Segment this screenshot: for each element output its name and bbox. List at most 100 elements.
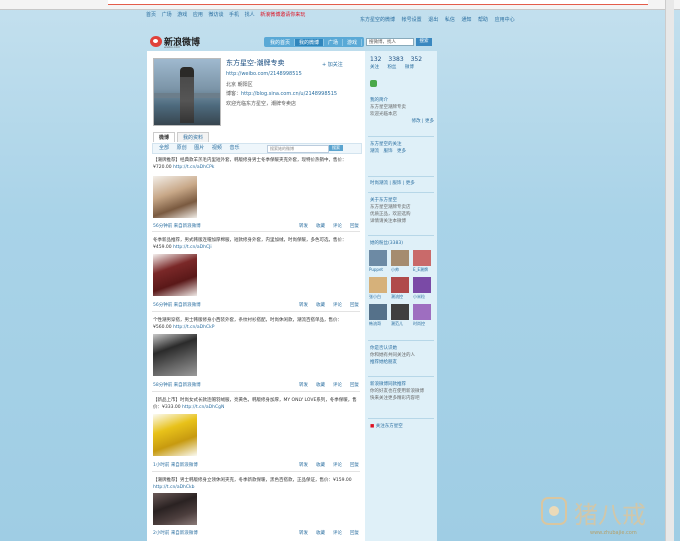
post-time[interactable]: 2小时前 <box>153 531 169 536</box>
fan-avatar[interactable] <box>369 304 387 320</box>
fan-name[interactable]: 韩流哥 <box>369 321 389 327</box>
tag-link[interactable]: 服饰 <box>392 181 401 186</box>
fan-avatar[interactable] <box>391 250 409 266</box>
fan-name[interactable]: 潮流控 <box>391 294 411 300</box>
filter-music[interactable]: 音乐 <box>229 145 239 151</box>
post-image[interactable] <box>153 414 197 456</box>
recommend-link[interactable]: 推荐她给朋友 <box>370 359 434 366</box>
page-scrollbar[interactable] <box>665 0 674 541</box>
post-link[interactable]: http://t.cn/aDhCJi <box>173 245 212 250</box>
post-time[interactable]: 1小时前 <box>153 463 169 468</box>
post-link[interactable]: http://t.cn/aDhCkP <box>173 325 214 330</box>
follow-button[interactable]: + 加关注 <box>322 61 343 68</box>
fan-name[interactable]: 小帅 <box>391 267 411 273</box>
post-favorite[interactable]: 收藏 <box>316 383 325 388</box>
topnav-item[interactable]: 微访谈 <box>208 12 223 18</box>
intro-edit-link[interactable]: 修改 <box>412 119 421 124</box>
tab-games[interactable]: 游戏 <box>343 38 363 46</box>
tag-link[interactable]: 更多 <box>406 181 415 186</box>
post-favorite[interactable]: 收藏 <box>316 463 325 468</box>
search-button[interactable]: 搜索 <box>416 38 432 46</box>
fan-avatar[interactable] <box>369 277 387 293</box>
group-link[interactable]: 服饰 <box>384 149 393 154</box>
fan-name[interactable]: E_E潮牌 <box>413 267 433 273</box>
weibo-logo[interactable]: 新浪微博 weibo.com <box>150 34 210 50</box>
post-forward[interactable]: 转发 <box>299 303 308 308</box>
weibo-url-link[interactable]: http://weibo.com/2148998515 <box>226 71 302 77</box>
post-reply[interactable]: 回复 <box>350 303 359 308</box>
post-comment[interactable]: 评论 <box>333 224 342 229</box>
post-source[interactable]: 来自新浪微博 <box>174 224 201 229</box>
tag-link[interactable]: 时尚潮流 <box>370 181 388 186</box>
post-time[interactable]: 58分钟前 <box>153 383 172 388</box>
post-image[interactable] <box>153 334 197 376</box>
post-image[interactable] <box>153 493 197 525</box>
stat-fans-count[interactable]: 3383 <box>388 56 403 63</box>
fan-name[interactable]: Puppet <box>369 267 389 272</box>
fan-avatar[interactable] <box>391 277 409 293</box>
feed-search-button[interactable]: 搜索 <box>329 145 343 151</box>
search-input[interactable]: 搜微博，找人 <box>366 38 414 46</box>
account-link[interactable]: 退出 <box>428 17 438 23</box>
account-link[interactable]: 帮助 <box>478 17 488 23</box>
post-reply[interactable]: 回复 <box>350 224 359 229</box>
fan-name[interactable]: 小米粒 <box>413 294 433 300</box>
fans-title[interactable]: 她的粉丝(3383) <box>370 240 434 247</box>
post-comment[interactable]: 评论 <box>333 531 342 536</box>
post-source[interactable]: 来自新浪微博 <box>174 383 201 388</box>
fan-name[interactable]: 潮范儿 <box>391 321 411 327</box>
post-source[interactable]: 来自新浪微博 <box>171 463 198 468</box>
post-time[interactable]: 56分钟前 <box>153 224 172 229</box>
post-time[interactable]: 56分钟前 <box>153 303 172 308</box>
topnav-item[interactable]: 找人 <box>245 12 255 18</box>
topnav-item[interactable]: 广场 <box>162 12 172 18</box>
stat-follow-count[interactable]: 132 <box>370 56 381 63</box>
filter-original[interactable]: 原创 <box>177 145 187 151</box>
post-favorite[interactable]: 收藏 <box>316 224 325 229</box>
post-comment[interactable]: 评论 <box>333 463 342 468</box>
tab-my-weibo[interactable]: 我的微博 <box>295 38 325 46</box>
account-link[interactable]: 东方星空的微博 <box>360 17 395 23</box>
group-link[interactable]: 更多 <box>397 149 406 154</box>
blog-url-link[interactable]: http://blog.sina.com.cn/u/2148998515 <box>241 91 337 97</box>
fan-avatar[interactable] <box>413 277 431 293</box>
post-comment[interactable]: 评论 <box>333 383 342 388</box>
fan-avatar[interactable] <box>413 304 431 320</box>
filter-images[interactable]: 图片 <box>194 145 204 151</box>
topnav-item[interactable]: 手机 <box>229 12 239 18</box>
stat-weibo-count[interactable]: 352 <box>411 56 422 63</box>
tab-profile-info[interactable]: 我的资料 <box>177 132 210 142</box>
post-image[interactable] <box>153 254 197 296</box>
feed-search-input[interactable]: 搜索她的微博 <box>267 145 329 153</box>
post-source[interactable]: 来自新浪微博 <box>171 531 198 536</box>
account-link[interactable]: 通知 <box>461 17 471 23</box>
footer-link[interactable]: 关注东方星空 <box>376 424 403 429</box>
account-link[interactable]: 私信 <box>445 17 455 23</box>
tab-weibo[interactable]: 微博 <box>153 132 176 142</box>
post-favorite[interactable]: 收藏 <box>316 531 325 536</box>
post-forward[interactable]: 转发 <box>299 224 308 229</box>
topnav-item[interactable]: 游戏 <box>177 12 187 18</box>
post-link[interactable]: http://t.cn/aDhCgN <box>182 405 224 410</box>
fan-name[interactable]: 时尚控 <box>413 321 433 327</box>
fan-name[interactable]: 张小白 <box>369 294 389 300</box>
post-forward[interactable]: 转发 <box>299 531 308 536</box>
tab-home[interactable]: 我的首页 <box>266 38 296 46</box>
post-forward[interactable]: 转发 <box>299 463 308 468</box>
post-link[interactable]: http://t.cn/aDhCPk <box>173 165 214 170</box>
intro-more-link[interactable]: 更多 <box>425 119 434 124</box>
tab-square[interactable]: 广场 <box>324 38 344 46</box>
filter-all[interactable]: 全部 <box>159 145 169 151</box>
fan-avatar[interactable] <box>413 250 431 266</box>
post-favorite[interactable]: 收藏 <box>316 303 325 308</box>
post-comment[interactable]: 评论 <box>333 303 342 308</box>
post-source[interactable]: 来自新浪微博 <box>174 303 201 308</box>
group-link[interactable]: 潮流 <box>370 149 379 154</box>
post-reply[interactable]: 回复 <box>350 383 359 388</box>
post-image[interactable] <box>153 176 197 218</box>
stat-follow-label[interactable]: 关注 <box>370 65 379 70</box>
filter-video[interactable]: 视频 <box>212 145 222 151</box>
stat-weibo-label[interactable]: 微博 <box>405 65 414 70</box>
topnav-item[interactable]: 首页 <box>146 12 156 18</box>
topnav-hot-link[interactable]: 新浪微博邀请你来玩 <box>260 12 305 18</box>
